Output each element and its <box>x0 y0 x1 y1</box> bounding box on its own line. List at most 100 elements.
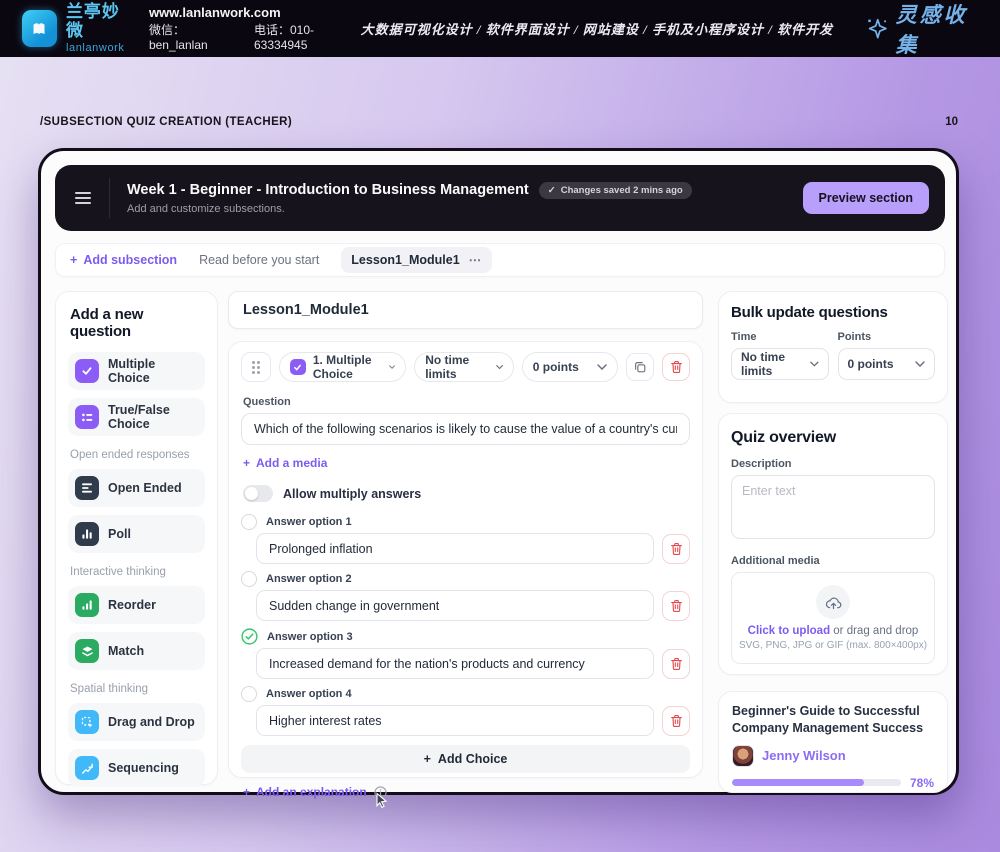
tab-lesson1-module1[interactable]: Lesson1_Module1 ⋯ <box>341 247 492 273</box>
sparkle-icon <box>865 16 889 42</box>
brand-phone: 电话：010-63334945 <box>254 23 361 52</box>
chevron-down-icon <box>810 361 819 367</box>
plus-icon: + <box>243 785 250 799</box>
points-dropdown[interactable]: 0 points <box>522 352 619 382</box>
palette-group-spatial: Spatial thinking <box>70 683 203 695</box>
add-subsection-button[interactable]: + Add subsection <box>70 253 177 267</box>
trash-icon <box>670 542 683 556</box>
upload-dropzone[interactable]: Click to upload or drag and drop SVG, PN… <box>731 572 935 664</box>
answer-option-4: Answer option 4 <box>241 686 690 736</box>
plus-icon: + <box>424 752 431 766</box>
answer-option-3: Answer option 3 <box>241 628 690 679</box>
section-title: Week 1 - Beginner - Introduction to Busi… <box>127 182 529 198</box>
multiple-choice-icon <box>75 359 99 383</box>
match-icon <box>75 639 99 663</box>
time-limit-dropdown[interactable]: No time limits <box>414 352 514 382</box>
quiz-builder-window: Week 1 - Beginner - Introduction to Busi… <box>38 148 959 795</box>
course-summary-card: Beginner's Guide to Successful Company M… <box>718 691 948 793</box>
allow-multiple-toggle[interactable] <box>243 485 273 502</box>
chevron-down-icon <box>496 364 503 370</box>
answer-4-radio[interactable] <box>241 686 257 702</box>
duplicate-question-button[interactable] <box>626 353 654 381</box>
progress-bar <box>732 779 901 786</box>
delete-answer-3-button[interactable] <box>662 649 690 679</box>
additional-media-label: Additional media <box>731 555 935 567</box>
palette-item-poll[interactable]: Poll <box>68 515 205 553</box>
delete-answer-4-button[interactable] <box>662 706 690 736</box>
course-title: Beginner's Guide to Successful Company M… <box>732 703 934 738</box>
lanlanwork-logo-icon <box>22 10 57 47</box>
points-label: Points <box>838 331 936 343</box>
menu-icon[interactable] <box>75 192 91 204</box>
trash-icon <box>670 599 683 613</box>
breadcrumb: /SUBSECTION QUIZ CREATION (TEACHER) <box>40 116 292 128</box>
answer-2-radio[interactable] <box>241 571 257 587</box>
divider <box>109 178 110 218</box>
palette-item-open-ended[interactable]: Open Ended <box>68 469 205 507</box>
answer-1-radio[interactable] <box>241 514 257 530</box>
question-text-input[interactable] <box>241 413 690 445</box>
answer-option-1: Answer option 1 <box>241 514 690 564</box>
palette-item-sequencing[interactable]: Sequencing <box>68 749 205 787</box>
answer-option-2: Answer option 2 <box>241 571 690 621</box>
brand-services: 大数据可视化设计 / 软件界面设计 / 网站建设 / 手机及小程序设计 / 软件… <box>361 19 833 38</box>
true-false-icon <box>75 405 99 429</box>
palette-item-multiple-choice[interactable]: Multiple Choice <box>68 352 205 390</box>
delete-answer-1-button[interactable] <box>662 534 690 564</box>
progress-fill <box>732 779 864 786</box>
question-editor-card: 1. Multiple Choice No time limits 0 poin… <box>228 341 703 778</box>
brand-name: 兰亭妙微 <box>66 3 134 40</box>
brand-topbar: 兰亭妙微 lanlanwork www.lanlanwork.com 微信：be… <box>0 0 1000 57</box>
progress-percent: 78% <box>910 776 934 790</box>
bulk-time-dropdown[interactable]: No time limits <box>731 348 829 380</box>
cloud-upload-icon <box>816 585 850 619</box>
chevron-down-icon <box>597 364 607 370</box>
copy-icon <box>633 360 647 374</box>
add-choice-button[interactable]: + Add Choice <box>241 745 690 773</box>
add-media-link[interactable]: + Add a media <box>243 456 327 470</box>
palette-item-match[interactable]: Match <box>68 632 205 670</box>
module-title-input[interactable] <box>228 291 703 329</box>
bulk-update-card: Bulk update questions Time No time limit… <box>718 291 948 403</box>
brand-website: www.lanlanwork.com <box>149 5 361 21</box>
quiz-overview-title: Quiz overview <box>731 429 935 447</box>
question-palette: Add a new question Multiple Choice True/… <box>55 291 218 785</box>
open-ended-icon <box>75 476 99 500</box>
question-type-dropdown[interactable]: 1. Multiple Choice <box>279 352 406 382</box>
collect-logo-text: 灵感收集 <box>896 0 986 59</box>
info-icon[interactable] <box>374 786 387 799</box>
answer-1-input[interactable] <box>256 533 654 564</box>
trash-icon <box>670 360 683 374</box>
delete-question-button[interactable] <box>662 353 690 381</box>
trash-icon <box>670 714 683 728</box>
answer-3-input[interactable] <box>256 648 654 679</box>
add-explanation-link[interactable]: + Add an explanation <box>243 785 367 799</box>
description-textarea[interactable] <box>731 475 935 539</box>
check-icon: ✓ <box>548 185 556 196</box>
drag-handle[interactable] <box>241 352 271 382</box>
sequencing-icon <box>75 756 99 780</box>
app-root: 兰亭妙微 lanlanwork www.lanlanwork.com 微信：be… <box>0 0 1000 852</box>
reorder-icon <box>75 593 99 617</box>
poll-icon <box>75 522 99 546</box>
quiz-overview-card: Quiz overview Description Additional med… <box>718 413 948 675</box>
multiple-choice-mini-icon <box>290 359 306 375</box>
palette-item-reorder[interactable]: Reorder <box>68 586 205 624</box>
answer-2-input[interactable] <box>256 590 654 621</box>
palette-item-drag-and-drop[interactable]: Drag and Drop <box>68 703 205 741</box>
delete-answer-2-button[interactable] <box>662 591 690 621</box>
trash-icon <box>670 657 683 671</box>
subsection-tabs: + Add subsection Read before you start L… <box>55 243 945 277</box>
palette-item-true-false[interactable]: True/False Choice <box>68 398 205 436</box>
avatar <box>732 745 754 767</box>
preview-section-button[interactable]: Preview section <box>803 182 930 214</box>
palette-group-open-ended: Open ended responses <box>70 449 203 461</box>
bulk-points-dropdown[interactable]: 0 points <box>838 348 936 380</box>
section-header: Week 1 - Beginner - Introduction to Busi… <box>55 165 945 231</box>
tab-read-before-you-start[interactable]: Read before you start <box>199 253 319 267</box>
answer-3-radio-checked[interactable] <box>241 628 258 645</box>
author-name[interactable]: Jenny Wilson <box>762 748 846 763</box>
brand-wechat: 微信：ben_lanlan <box>149 23 238 52</box>
answer-4-input[interactable] <box>256 705 654 736</box>
click-to-upload-link[interactable]: Click to upload <box>748 625 830 637</box>
